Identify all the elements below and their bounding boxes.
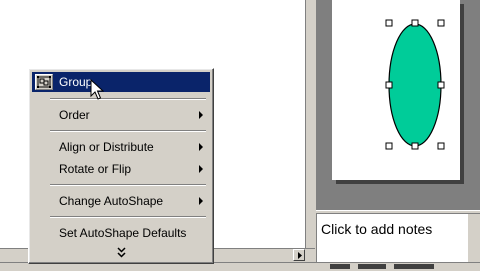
context-menu: Group Order Align or Distribute Rotate o… [28,68,214,264]
notes-pane[interactable]: Click to add notes [316,214,480,262]
submenu-arrow-icon [199,197,203,205]
notes-placeholder[interactable]: Click to add notes [321,221,432,237]
menu-item-label: Order [59,108,90,122]
menu-separator [50,130,206,132]
submenu-arrow-icon [199,165,203,173]
mouse-pointer-icon [90,79,104,100]
group-icon [35,74,53,90]
selected-oval-shape[interactable] [380,14,450,154]
status-segment [330,264,350,269]
menu-item-label: Align or Distribute [59,140,154,154]
menu-item-label: Group [59,75,93,89]
menu-item-label: Rotate or Flip [59,162,132,176]
submenu-arrow-icon [199,111,203,119]
double-chevron-down-icon [116,247,126,258]
menu-item-label: Set AutoShape Defaults [59,226,187,240]
menu-item-label: Change AutoShape [59,194,164,208]
status-segment [358,264,386,269]
menu-separator [50,184,206,186]
oval[interactable] [388,23,442,147]
menu-item-rotate-or-flip[interactable]: Rotate or Flip [32,159,210,179]
menu-item-change-autoshape[interactable]: Change AutoShape [32,191,210,211]
menu-item-order[interactable]: Order [32,105,210,125]
menu-item-group[interactable]: Group [32,72,210,92]
arrow-right-icon [298,252,302,259]
vertical-scrollbar[interactable] [305,0,316,262]
status-segment [394,264,434,269]
menu-item-align-or-distribute[interactable]: Align or Distribute [32,137,210,157]
expand-menu-button[interactable] [29,247,213,261]
menu-separator [50,216,206,218]
submenu-arrow-icon [199,143,203,151]
notes-scrollbar[interactable] [468,214,480,262]
menu-item-set-autoshape-defaults[interactable]: Set AutoShape Defaults [32,223,210,243]
scroll-right-button[interactable] [293,249,305,261]
menu-separator [50,98,206,100]
